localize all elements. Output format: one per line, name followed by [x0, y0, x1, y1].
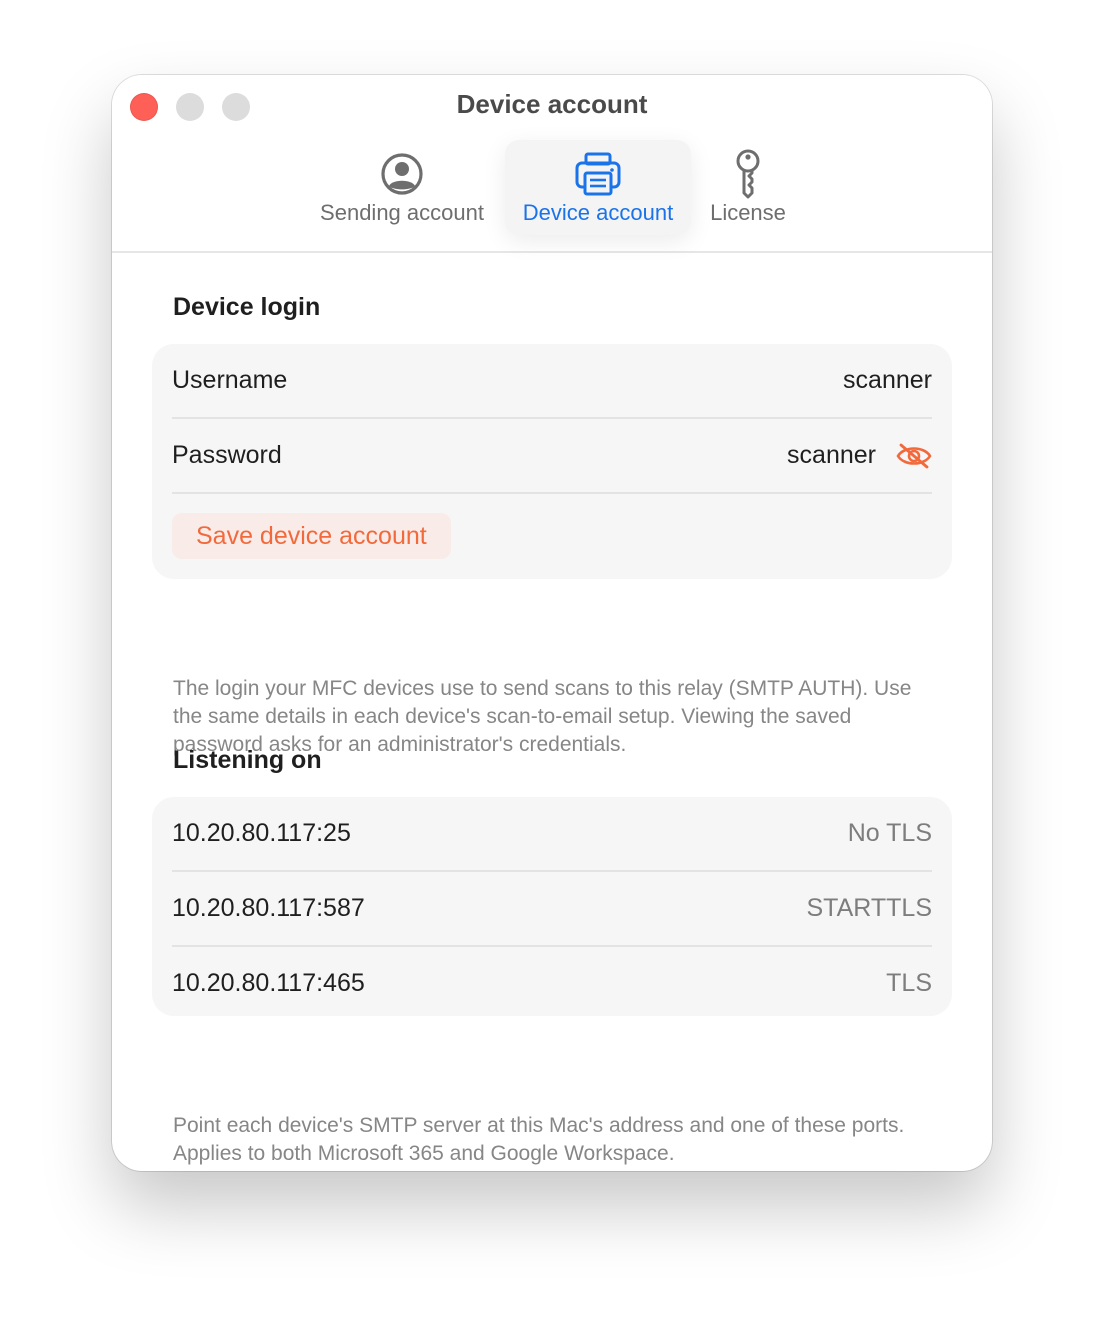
username-row: Username scanner	[172, 344, 932, 419]
password-value: scanner	[787, 441, 876, 469]
listening-security: TLS	[886, 969, 932, 997]
window-title: Device account	[456, 89, 648, 119]
printer-icon	[574, 148, 622, 200]
device-login-card: Username scanner Password scanner Save d…	[152, 344, 952, 579]
listening-address: 10.20.80.117:465	[172, 969, 365, 997]
tab-license-label: License	[710, 200, 786, 225]
listening-card: 10.20.80.117:25 No TLS 10.20.80.117:587 …	[152, 797, 952, 1016]
key-icon	[733, 148, 763, 200]
listening-on-heading: Listening on	[173, 746, 322, 774]
tab-license[interactable]: License	[694, 140, 802, 235]
password-label: Password	[172, 441, 282, 469]
tab-sending-account-label: Sending account	[320, 200, 484, 225]
username-value[interactable]: scanner	[843, 366, 932, 395]
password-row: Password scanner	[172, 419, 932, 494]
listening-security: STARTTLS	[806, 894, 933, 922]
tab-device-account[interactable]: Device account	[505, 140, 691, 235]
preferences-window: Device account Sending account Device ac…	[112, 75, 992, 1171]
listening-security: No TLS	[847, 819, 932, 847]
username-label: Username	[172, 366, 288, 394]
listening-address: 10.20.80.117:587	[172, 894, 365, 922]
content-area: Device login Username scanner Password s…	[112, 253, 992, 1171]
titlebar: Device account Sending account Device ac…	[112, 75, 992, 253]
listening-row: 10.20.80.117:465 TLS	[172, 947, 932, 1020]
listening-address: 10.20.80.117:25	[172, 819, 351, 847]
listening-row: 10.20.80.117:587 STARTTLS	[172, 872, 932, 947]
tab-sending-account[interactable]: Sending account	[302, 140, 502, 235]
listening-note: Point each device's SMTP server at this …	[173, 1114, 905, 1165]
listening-row: 10.20.80.117:25 No TLS	[172, 797, 932, 872]
password-field[interactable]: scanner	[787, 441, 932, 470]
tab-device-account-label: Device account	[522, 200, 674, 225]
eye-slash-icon[interactable]	[896, 443, 932, 469]
person-circle-icon	[380, 148, 424, 200]
device-login-heading: Device login	[173, 293, 321, 321]
save-device-account-button[interactable]: Save device account	[172, 513, 451, 559]
